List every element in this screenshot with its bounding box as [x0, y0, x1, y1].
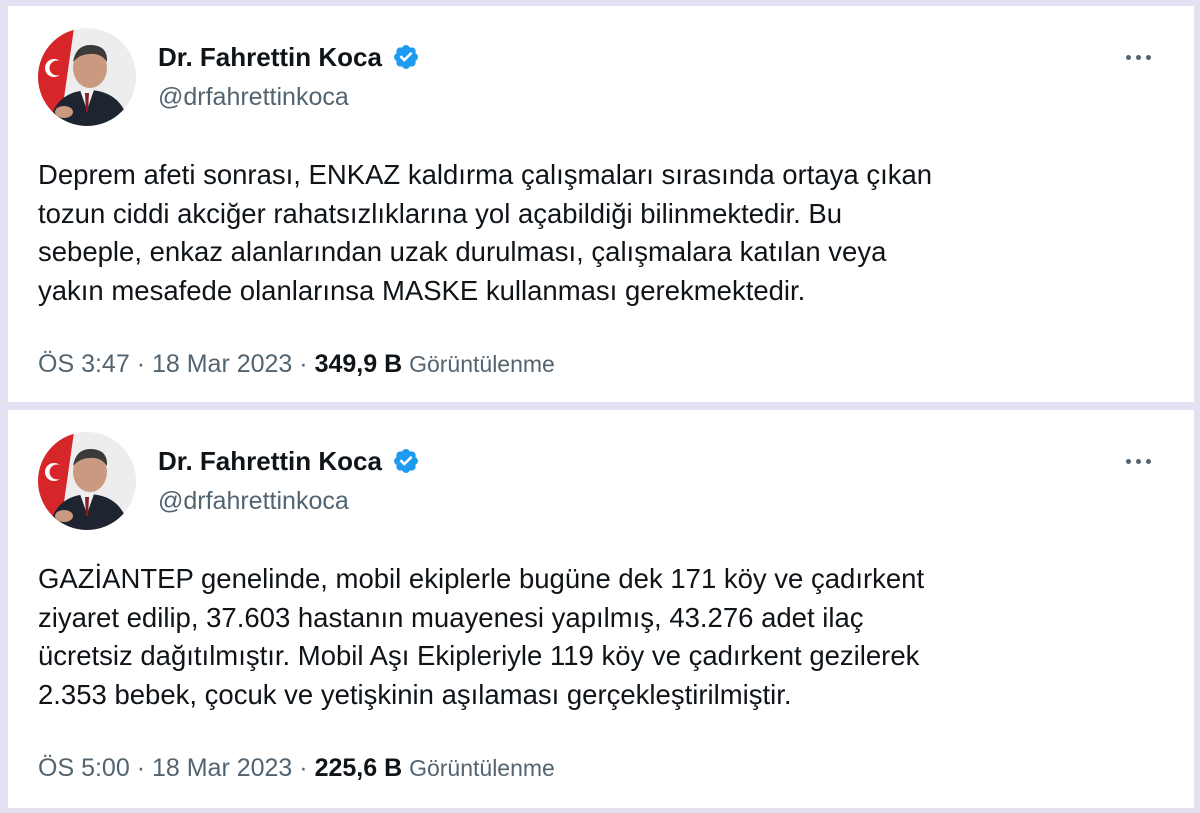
- meta-separator: ·: [136, 754, 146, 782]
- author-name-row[interactable]: Dr. Fahrettin Koca: [158, 42, 420, 72]
- tweet-text-line: tozun ciddi akciğer rahatsızlıklarına yo…: [38, 197, 843, 229]
- tweet-meta: ÖS 5:00 · 18 Mar 2023 · 225,6 B Görüntül…: [38, 753, 555, 783]
- more-options-icon[interactable]: [1118, 446, 1158, 476]
- author-handle[interactable]: @drfahrettinkoca: [158, 486, 349, 516]
- tweet-meta: ÖS 3:47 · 18 Mar 2023 · 349,9 B Görüntül…: [38, 349, 555, 379]
- tweet-card[interactable]: Dr. Fahrettin Koca @drfahrettinkoca Depr…: [8, 6, 1194, 402]
- tweet-card[interactable]: Dr. Fahrettin Koca @drfahrettinkoca GAZİ…: [8, 410, 1194, 808]
- tweet-text-line: yakın mesafede olanlarınsa MASKE kullanm…: [38, 274, 806, 306]
- meta-separator: ·: [299, 350, 308, 378]
- tweet-text: Deprem afeti sonrası, ENKAZ kaldırma çal…: [38, 156, 1158, 310]
- tweet-text-line: sebeple, enkaz alanlarından uzak durulma…: [38, 236, 887, 267]
- tweet-text-line: Deprem afeti sonrası, ENKAZ kaldırma çal…: [38, 159, 933, 190]
- view-count-label[interactable]: Görüntülenme: [409, 351, 555, 377]
- author-handle[interactable]: @drfahrettinkoca: [158, 82, 349, 112]
- tweet-text-line: ziyaret edilip, 37.603 hastanın muayenes…: [38, 601, 864, 633]
- tweet-time[interactable]: ÖS 5:00: [38, 754, 130, 782]
- verified-badge-icon[interactable]: [392, 43, 420, 71]
- author-name-row[interactable]: Dr. Fahrettin Koca: [158, 446, 420, 476]
- avatar-image: [38, 432, 136, 530]
- view-count-label[interactable]: Görüntülenme: [409, 755, 555, 781]
- tweet-time[interactable]: ÖS 3:47: [38, 350, 130, 378]
- verified-badge-icon[interactable]: [392, 447, 420, 475]
- tweet-date[interactable]: 18 Mar 2023: [152, 754, 292, 782]
- avatar[interactable]: [38, 28, 136, 126]
- view-count[interactable]: 349,9 B: [315, 350, 403, 378]
- more-options-icon[interactable]: [1118, 42, 1158, 72]
- meta-separator: ·: [136, 350, 146, 378]
- tweet-text-line: ücretsiz dağıtılmıştır. Mobil Aşı Ekiple…: [38, 640, 920, 671]
- tweet-date[interactable]: 18 Mar 2023: [152, 350, 292, 378]
- tweet-text: GAZİANTEP genelinde, mobil ekiplerle bug…: [38, 560, 1158, 714]
- tweet-text-line: GAZİANTEP genelinde, mobil ekiplerle bug…: [38, 563, 925, 594]
- avatar-image: [38, 28, 136, 126]
- author-name[interactable]: Dr. Fahrettin Koca: [158, 446, 382, 476]
- avatar[interactable]: [38, 432, 136, 530]
- meta-separator: ·: [299, 754, 308, 782]
- view-count[interactable]: 225,6 B: [315, 754, 403, 782]
- tweet-text-line: 2.353 bebek, çocuk ve yetişkinin aşılama…: [38, 678, 792, 710]
- author-name[interactable]: Dr. Fahrettin Koca: [158, 42, 382, 72]
